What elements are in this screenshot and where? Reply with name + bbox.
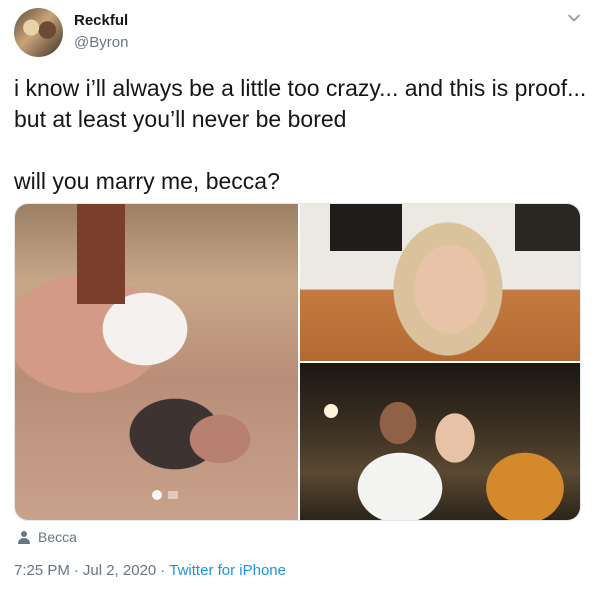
tweet-date[interactable]: Jul 2, 2020 <box>83 562 156 579</box>
media-grid <box>14 203 581 521</box>
author-name[interactable]: Reckful <box>74 12 128 29</box>
meta-separator: · <box>160 562 166 579</box>
photo-3[interactable] <box>300 363 580 520</box>
author-handle[interactable]: @Byron <box>74 34 128 51</box>
tagged-people[interactable]: Becca <box>17 528 77 546</box>
photo-detail <box>330 204 402 251</box>
tweet-source-link[interactable]: Twitter for iPhone <box>169 562 286 579</box>
tagged-person-name: Becca <box>38 529 77 545</box>
photo-2[interactable] <box>300 204 580 361</box>
author-avatar[interactable] <box>14 8 63 57</box>
photo-1[interactable] <box>15 204 298 520</box>
tweet-card: Reckful @Byron i know i’ll always be a l… <box>0 0 597 595</box>
photo-detail <box>77 204 125 304</box>
tweet-meta: 7:25 PM · Jul 2, 2020 · Twitter for iPho… <box>14 562 286 579</box>
chevron-down-icon[interactable] <box>566 10 582 26</box>
video-controls-icon <box>152 490 178 500</box>
person-icon <box>18 531 30 544</box>
photo-detail <box>515 204 580 251</box>
photo-detail <box>324 404 338 418</box>
meta-separator: · <box>73 562 79 579</box>
tweet-time[interactable]: 7:25 PM <box>14 562 70 579</box>
tweet-text: i know i’ll always be a little too crazy… <box>14 75 587 194</box>
